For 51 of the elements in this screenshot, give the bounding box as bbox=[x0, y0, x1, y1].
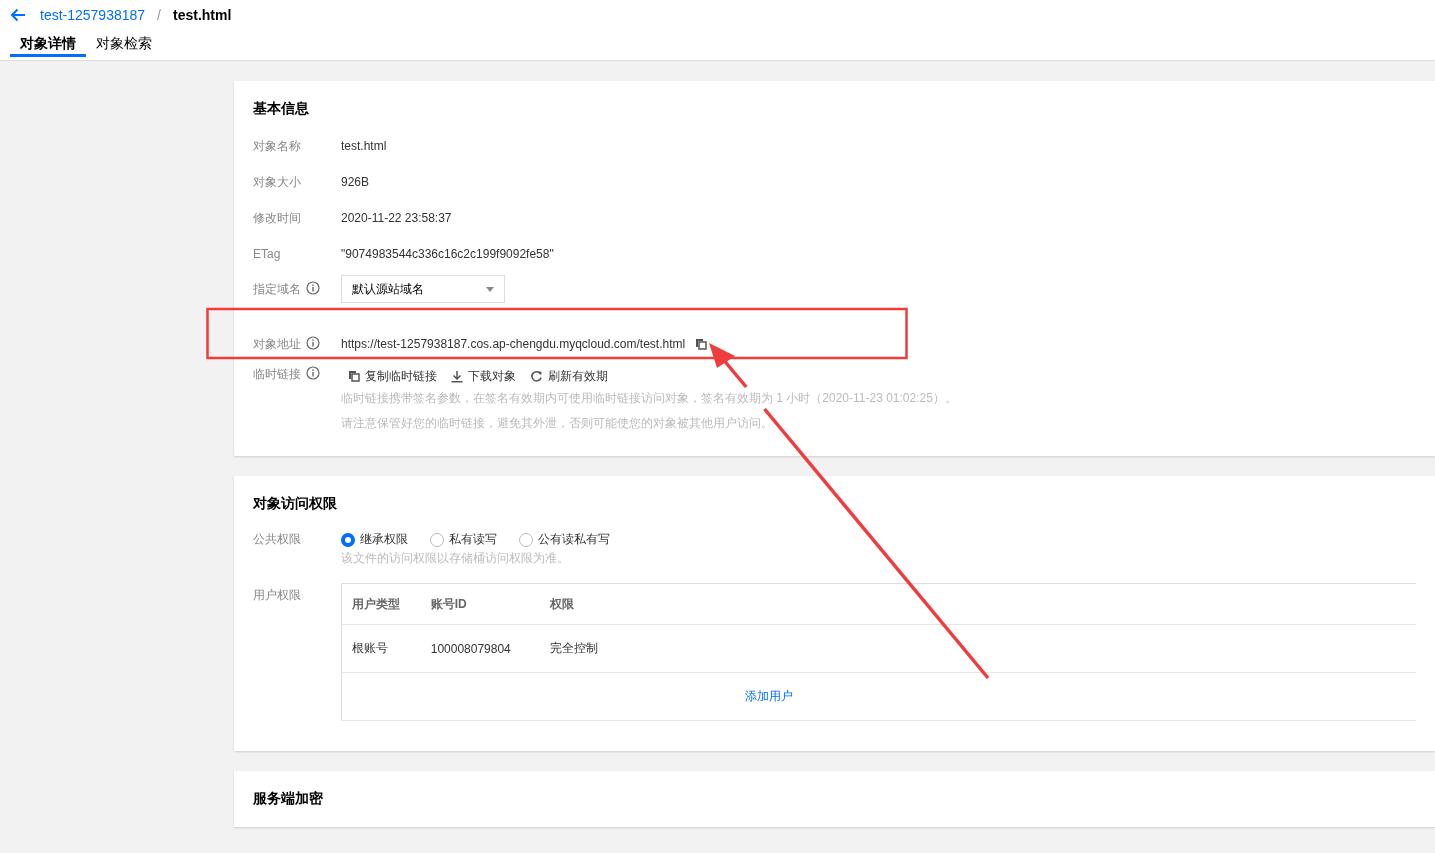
hint-text: 临时链接携带签名参数，在签名有效期内可使用临时链接访问对象，签名有效期为 1 小时（2020-11-23 01:02:25）。 bbox=[341, 390, 957, 407]
field-label: ETag bbox=[253, 247, 281, 261]
action-link[interactable]: 刷新有效期 bbox=[530, 367, 608, 385]
field-label: 指定域名 bbox=[253, 282, 301, 296]
radio-option[interactable]: 公有读私有写 bbox=[519, 531, 610, 548]
table-cell: 完全控制 bbox=[540, 624, 1416, 673]
info-icon bbox=[306, 335, 320, 350]
domain-select[interactable]: 默认源站域名 bbox=[341, 275, 505, 303]
column-header: 账号ID bbox=[420, 583, 541, 625]
field-label: 对象大小 bbox=[253, 175, 301, 189]
field-label: 修改时间 bbox=[253, 211, 301, 225]
add-user-link[interactable]: 添加用户 bbox=[745, 689, 793, 703]
field-label: 对象名称 bbox=[253, 139, 301, 153]
hint-text: 请注意保管好您的临时链接，避免其外泄，否则可能使您的对象被其他用户访问。 bbox=[341, 415, 774, 432]
section-title: 基本信息 bbox=[253, 100, 310, 118]
download-icon bbox=[451, 369, 463, 383]
copy-icon bbox=[348, 370, 360, 382]
column-header: 用户类型 bbox=[341, 583, 421, 625]
radio-button[interactable] bbox=[430, 532, 444, 547]
table-cell: 根账号 bbox=[341, 624, 421, 673]
column-header: 权限 bbox=[540, 583, 1416, 625]
hint-text: 该文件的访问权限以存储桶访问权限为准。 bbox=[341, 550, 570, 567]
back-arrow-icon[interactable] bbox=[10, 8, 26, 22]
action-link[interactable]: 复制临时链接 bbox=[348, 367, 437, 385]
tab[interactable]: 对象详情 bbox=[10, 30, 86, 57]
tab[interactable]: 对象检索 bbox=[86, 30, 162, 57]
dropdown-caret-icon bbox=[486, 286, 494, 292]
radio-option[interactable]: 继承权限 bbox=[341, 531, 408, 548]
copy-icon[interactable] bbox=[695, 338, 708, 350]
field-value: "9074983544c336c16c2c199f9092fe58" bbox=[341, 246, 554, 263]
field-value: 2020-11-22 23:58:37 bbox=[341, 210, 452, 227]
radio-button[interactable] bbox=[519, 532, 533, 547]
field-label: 公共权限 bbox=[253, 532, 301, 546]
refresh-icon bbox=[530, 369, 543, 383]
object-url: https://test-1257938187.cos.ap-chengdu.myqcloud.com/test.html bbox=[341, 337, 686, 351]
section-title: 对象访问权限 bbox=[253, 495, 338, 513]
radio-button[interactable] bbox=[341, 532, 355, 547]
info-icon bbox=[306, 281, 320, 295]
action-link[interactable]: 下载对象 bbox=[451, 367, 516, 385]
radio-option[interactable]: 私有读写 bbox=[430, 531, 497, 548]
field-label: 临时链接 bbox=[253, 367, 301, 381]
breadcrumb-link[interactable]: test-1257938187 bbox=[40, 7, 146, 23]
section-title: 服务端加密 bbox=[253, 790, 324, 808]
field-value: test.html bbox=[341, 138, 387, 155]
field-label: 用户权限 bbox=[253, 588, 301, 602]
info-icon bbox=[306, 366, 320, 380]
breadcrumb-current: test.html bbox=[173, 7, 232, 23]
breadcrumb-separator: / bbox=[157, 7, 161, 23]
table-cell: 100008079804 bbox=[420, 624, 541, 673]
field-label: 对象地址 bbox=[253, 336, 301, 351]
field-value: 926B bbox=[341, 174, 370, 191]
